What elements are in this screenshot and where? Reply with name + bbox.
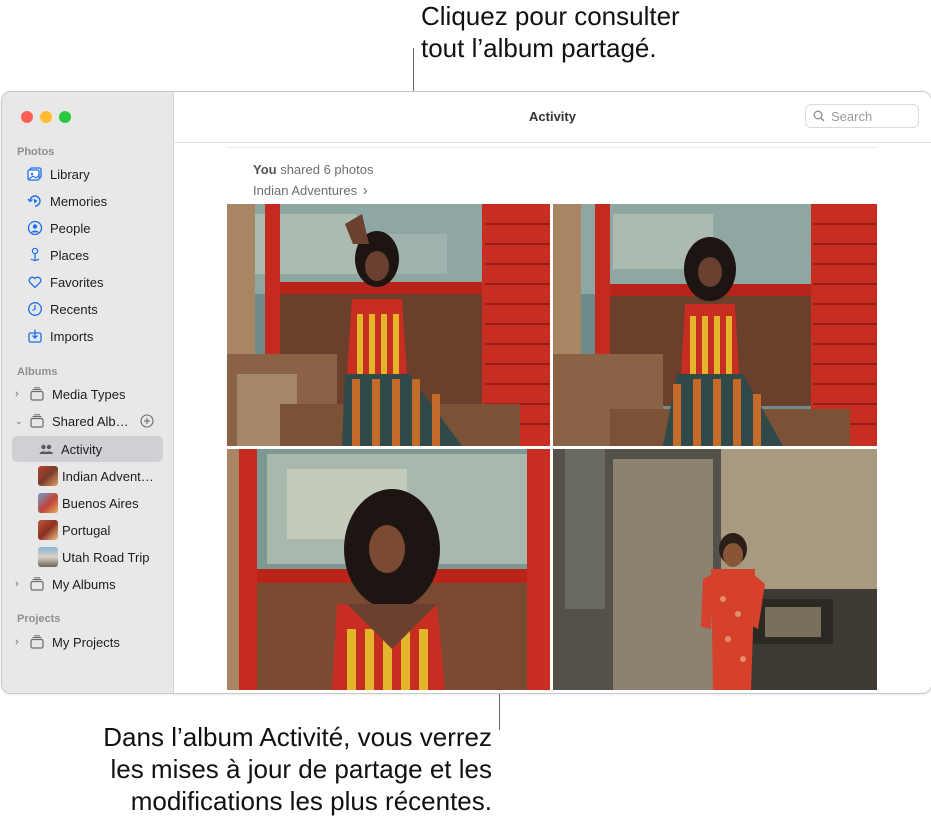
search-icon [813, 110, 825, 122]
sidebar-item-label: Media Types [52, 386, 126, 402]
shared-count-text: shared 6 photos [276, 162, 374, 177]
callout-bottom-line3: modifications les plus récentes. [130, 786, 492, 816]
albums-section-heading: Albums [17, 366, 58, 378]
sidebar-item-memories[interactable]: Memories [12, 188, 163, 214]
callout-bottom: Dans l’album Activité, vous verrez les m… [30, 721, 492, 817]
sidebar-item-label: Places [50, 247, 90, 263]
photo-thumbnail[interactable] [227, 204, 550, 446]
photo-thumbnail[interactable] [227, 449, 550, 690]
sidebar-item-label: Shared Albu… [52, 413, 134, 429]
people-icon [27, 220, 43, 236]
sidebar-item-media-types[interactable]: › Media Types [12, 381, 163, 407]
photos-section-heading: Photos [17, 146, 55, 158]
sidebar-item-shared-album[interactable]: Utah Road Trip [12, 544, 163, 570]
callout-top-line2: tout l’album partagé. [421, 33, 657, 63]
sidebar-item-my-projects[interactable]: › My Projects [12, 629, 163, 655]
photos-window: Photos Library Memories People Places Fa… [1, 91, 931, 694]
close-window-button[interactable] [21, 111, 33, 123]
sidebar-item-label: Favorites [50, 274, 104, 290]
chevron-right-icon[interactable]: › [15, 578, 25, 590]
shared-by: You [253, 162, 277, 177]
sidebar-item-activity[interactable]: Activity [12, 436, 163, 462]
callout-top: Cliquez pour consulter tout l’album part… [421, 0, 841, 64]
sidebar-item-label: Portugal [62, 522, 111, 538]
minimize-window-button[interactable] [40, 111, 52, 123]
sidebar-item-imports[interactable]: Imports [12, 323, 163, 349]
photo-thumbnail[interactable] [553, 449, 877, 690]
sidebar-item-label: Memories [50, 193, 108, 209]
sidebar-item-label: People [50, 220, 91, 236]
activity-content: You shared 6 photos Indian Adventures › [174, 143, 931, 693]
album-thumbnail [38, 493, 58, 513]
album-link-label: Indian Adventures [253, 183, 358, 198]
sidebar-item-label: Library [50, 166, 90, 182]
activity-shared-summary: You shared 6 photos [253, 162, 373, 177]
toolbar: Activity Search [174, 92, 931, 143]
sidebar-item-shared-album[interactable]: Buenos Aires [12, 490, 163, 516]
sidebar-item-shared-album[interactable]: Indian Advent… [12, 463, 163, 489]
sidebar-item-library[interactable]: Library [12, 161, 163, 187]
chevron-right-icon[interactable]: › [15, 388, 25, 400]
callout-top-line1: Cliquez pour consulter [421, 1, 680, 31]
sidebar-item-places[interactable]: Places [12, 242, 163, 268]
callout-bottom-line1: Dans l’album Activité, vous verrez [103, 722, 492, 752]
chevron-right-icon[interactable]: › [15, 636, 25, 648]
album-stack-icon [29, 386, 45, 402]
favorites-icon [27, 274, 43, 290]
album-thumbnail [38, 547, 58, 567]
sidebar-item-people[interactable]: People [12, 215, 163, 241]
sidebar-item-label: My Projects [52, 634, 120, 650]
add-shared-album-icon[interactable] [140, 414, 154, 428]
sidebar-item-label: Utah Road Trip [62, 549, 150, 565]
callout-bottom-line2: les mises à jour de partage et les [110, 754, 492, 784]
sidebar-item-my-albums[interactable]: › My Albums [12, 571, 163, 597]
imports-icon [27, 328, 43, 344]
activity-people-icon [38, 441, 54, 457]
photo-thumbnail[interactable] [553, 204, 877, 446]
sidebar-item-recents[interactable]: Recents [12, 296, 163, 322]
chevron-down-icon[interactable]: ⌄ [15, 416, 25, 427]
sidebar-item-label: Buenos Aires [62, 495, 139, 511]
zoom-window-button[interactable] [59, 111, 71, 123]
sidebar-item-label: Recents [50, 301, 98, 317]
sidebar-item-label: My Albums [52, 576, 116, 592]
album-stack-icon [29, 634, 45, 650]
sidebar-item-label: Imports [50, 328, 94, 344]
recents-icon [27, 301, 43, 317]
shared-album-icon [29, 413, 45, 429]
chevron-right-icon: › [362, 182, 368, 199]
photo-grid [227, 204, 877, 690]
projects-section-heading: Projects [17, 613, 61, 625]
sidebar-item-shared-albums[interactable]: ⌄ Shared Albu… [12, 408, 163, 434]
sidebar-item-label: Indian Advent… [62, 468, 154, 484]
sidebar-item-shared-album[interactable]: Portugal [12, 517, 163, 543]
search-field[interactable]: Search [805, 104, 919, 128]
sidebar: Photos Library Memories People Places Fa… [2, 92, 174, 693]
album-thumbnail [38, 466, 58, 486]
sidebar-item-favorites[interactable]: Favorites [12, 269, 163, 295]
album-stack-icon [29, 576, 45, 592]
divider [227, 147, 878, 148]
search-placeholder: Search [831, 108, 873, 124]
album-thumbnail [38, 520, 58, 540]
library-icon [27, 166, 43, 182]
memories-icon [27, 193, 43, 209]
places-icon [27, 247, 43, 263]
sidebar-item-label: Activity [61, 441, 103, 457]
album-link[interactable]: Indian Adventures › [253, 182, 368, 199]
